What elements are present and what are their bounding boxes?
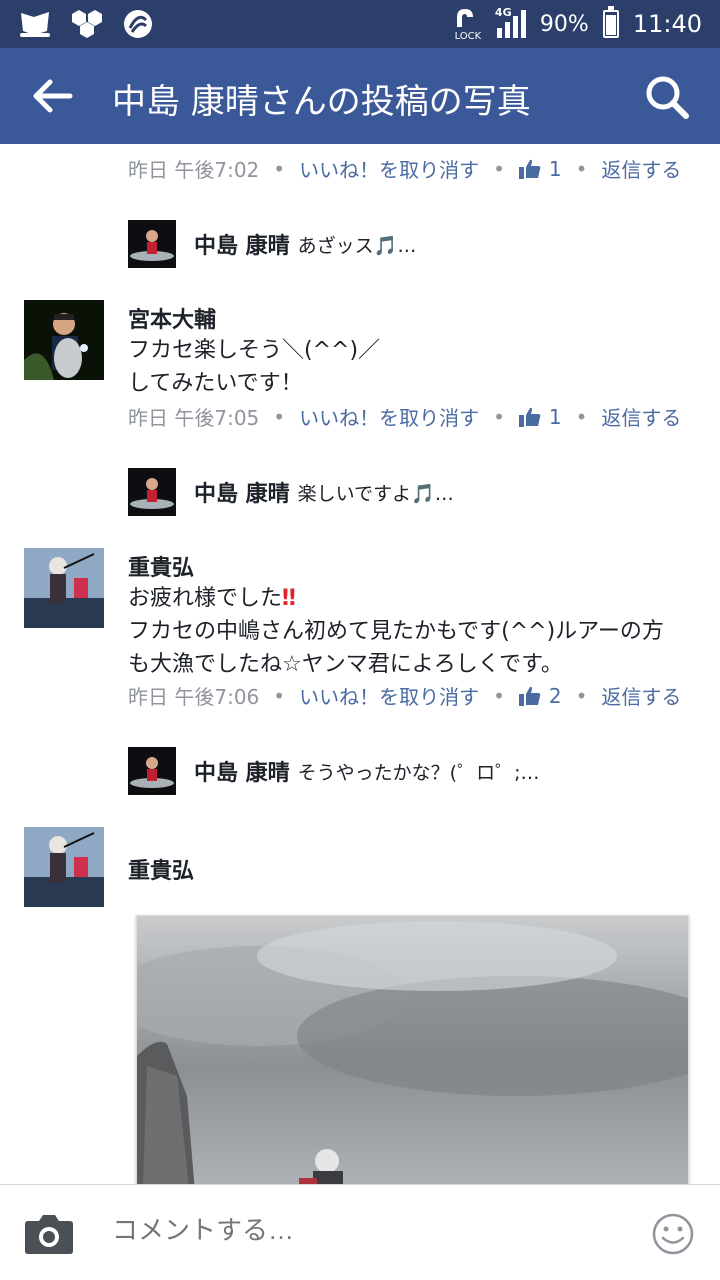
network-type: 4G — [494, 6, 512, 19]
signal-icon: 4G — [495, 6, 526, 38]
comment-text-line: フカセ楽しそう＼(^^)／ — [128, 338, 381, 363]
like-count-value: 1 — [548, 156, 562, 181]
app-notification-icon — [20, 12, 50, 37]
comment-author[interactable]: 重貴弘 — [128, 550, 664, 582]
clock: 11:40 — [632, 10, 702, 38]
comment-text-line: お疲れ様でした‼ — [128, 586, 296, 611]
avatar[interactable] — [24, 827, 104, 907]
comment-time: 昨日 午後7:05 — [128, 406, 260, 430]
avatar — [128, 468, 176, 516]
comment-list: 昨日 午後7:02 • いいね！を取り消す • 1 • 返信する 中島 康晴 あ… — [0, 144, 720, 1184]
lock-icon: LOCK — [453, 7, 483, 42]
reply-button[interactable]: 返信する — [601, 402, 681, 431]
system-status: LOCK 4G 90% 11:40 — [453, 0, 702, 48]
camera-icon — [25, 1215, 73, 1254]
avatar[interactable] — [24, 300, 104, 380]
reply-text: 楽しいですよ🎵… — [297, 482, 454, 505]
comment-time: 昨日 午後7:06 — [128, 685, 260, 709]
comment-author[interactable]: 宮本大輔 — [128, 302, 380, 334]
smiley-icon — [652, 1213, 694, 1255]
avatar — [128, 220, 176, 268]
status-bar: LOCK 4G 90% 11:40 — [0, 0, 720, 48]
comment-author[interactable]: 重貴弘 — [128, 853, 194, 885]
avatar — [128, 747, 176, 795]
like-count[interactable]: 1 — [518, 156, 562, 181]
unlike-button[interactable]: いいね！を取り消す — [299, 402, 479, 431]
unlike-button[interactable]: いいね！を取り消す — [299, 681, 479, 710]
page-title: 中島 康晴さんの投稿の写真 — [112, 82, 531, 122]
search-button[interactable] — [644, 74, 690, 120]
comment-text-line: フカセの中嶋さん初めて見たかもです(^^)ルアーの方 — [128, 619, 664, 644]
reply-author: 中島 康晴 — [194, 482, 290, 507]
like-count[interactable]: 1 — [518, 404, 562, 429]
search-icon — [646, 76, 689, 119]
thumbs-up-icon — [518, 159, 541, 179]
reply-text: そうやったかな？(゜ロ゜;… — [297, 761, 540, 784]
back-button[interactable] — [30, 76, 74, 116]
like-count-value: 1 — [548, 404, 562, 429]
comment-time: 昨日 午後7:02 — [128, 158, 260, 182]
comment-meta: 昨日 午後7:05 • いいね！を取り消す • 1 • 返信する — [128, 402, 681, 431]
comment-photo[interactable] — [136, 915, 689, 1184]
like-count-value: 2 — [548, 683, 562, 708]
battery-percent: 90% — [539, 11, 589, 37]
emoji-button[interactable] — [652, 1213, 694, 1255]
reply-author: 中島 康晴 — [194, 234, 290, 259]
thumbs-up-icon — [518, 686, 541, 706]
notification-icons — [18, 8, 154, 40]
battery-icon — [602, 6, 619, 38]
reply-preview[interactable]: 中島 康晴 あざッス🎵… — [128, 220, 416, 268]
reply-author: 中島 康晴 — [194, 761, 290, 786]
reply-button[interactable]: 返信する — [601, 154, 681, 183]
reply-text: あざッス🎵… — [297, 234, 417, 257]
unlike-button[interactable]: いいね！を取り消す — [299, 154, 479, 183]
avatar[interactable] — [24, 548, 104, 628]
camera-button[interactable] — [24, 1213, 74, 1255]
back-arrow-icon — [33, 79, 73, 113]
reply-button[interactable]: 返信する — [601, 681, 681, 710]
comment-meta: 昨日 午後7:02 • いいね！を取り消す • 1 • 返信する — [128, 154, 681, 183]
reply-preview[interactable]: 中島 康晴 そうやったかな？(゜ロ゜;… — [128, 747, 540, 795]
reply-preview[interactable]: 中島 康晴 楽しいですよ🎵… — [128, 468, 454, 516]
hexagon-app-icon — [72, 10, 102, 38]
comment-text-line: してみたいです！ — [128, 371, 303, 396]
comment-input[interactable] — [112, 1215, 612, 1246]
app-bar: 中島 康晴さんの投稿の写真 — [0, 48, 720, 144]
sync-app-icon — [124, 10, 152, 38]
thumbs-up-icon — [518, 407, 541, 427]
comment-text-line: も大漁でしたね☆ヤンマ君によろしくです。 — [128, 652, 563, 677]
comment-composer — [0, 1184, 720, 1280]
lock-label: LOCK — [454, 30, 482, 42]
comment-meta: 昨日 午後7:06 • いいね！を取り消す • 2 • 返信する — [128, 681, 681, 710]
like-count[interactable]: 2 — [518, 683, 562, 708]
